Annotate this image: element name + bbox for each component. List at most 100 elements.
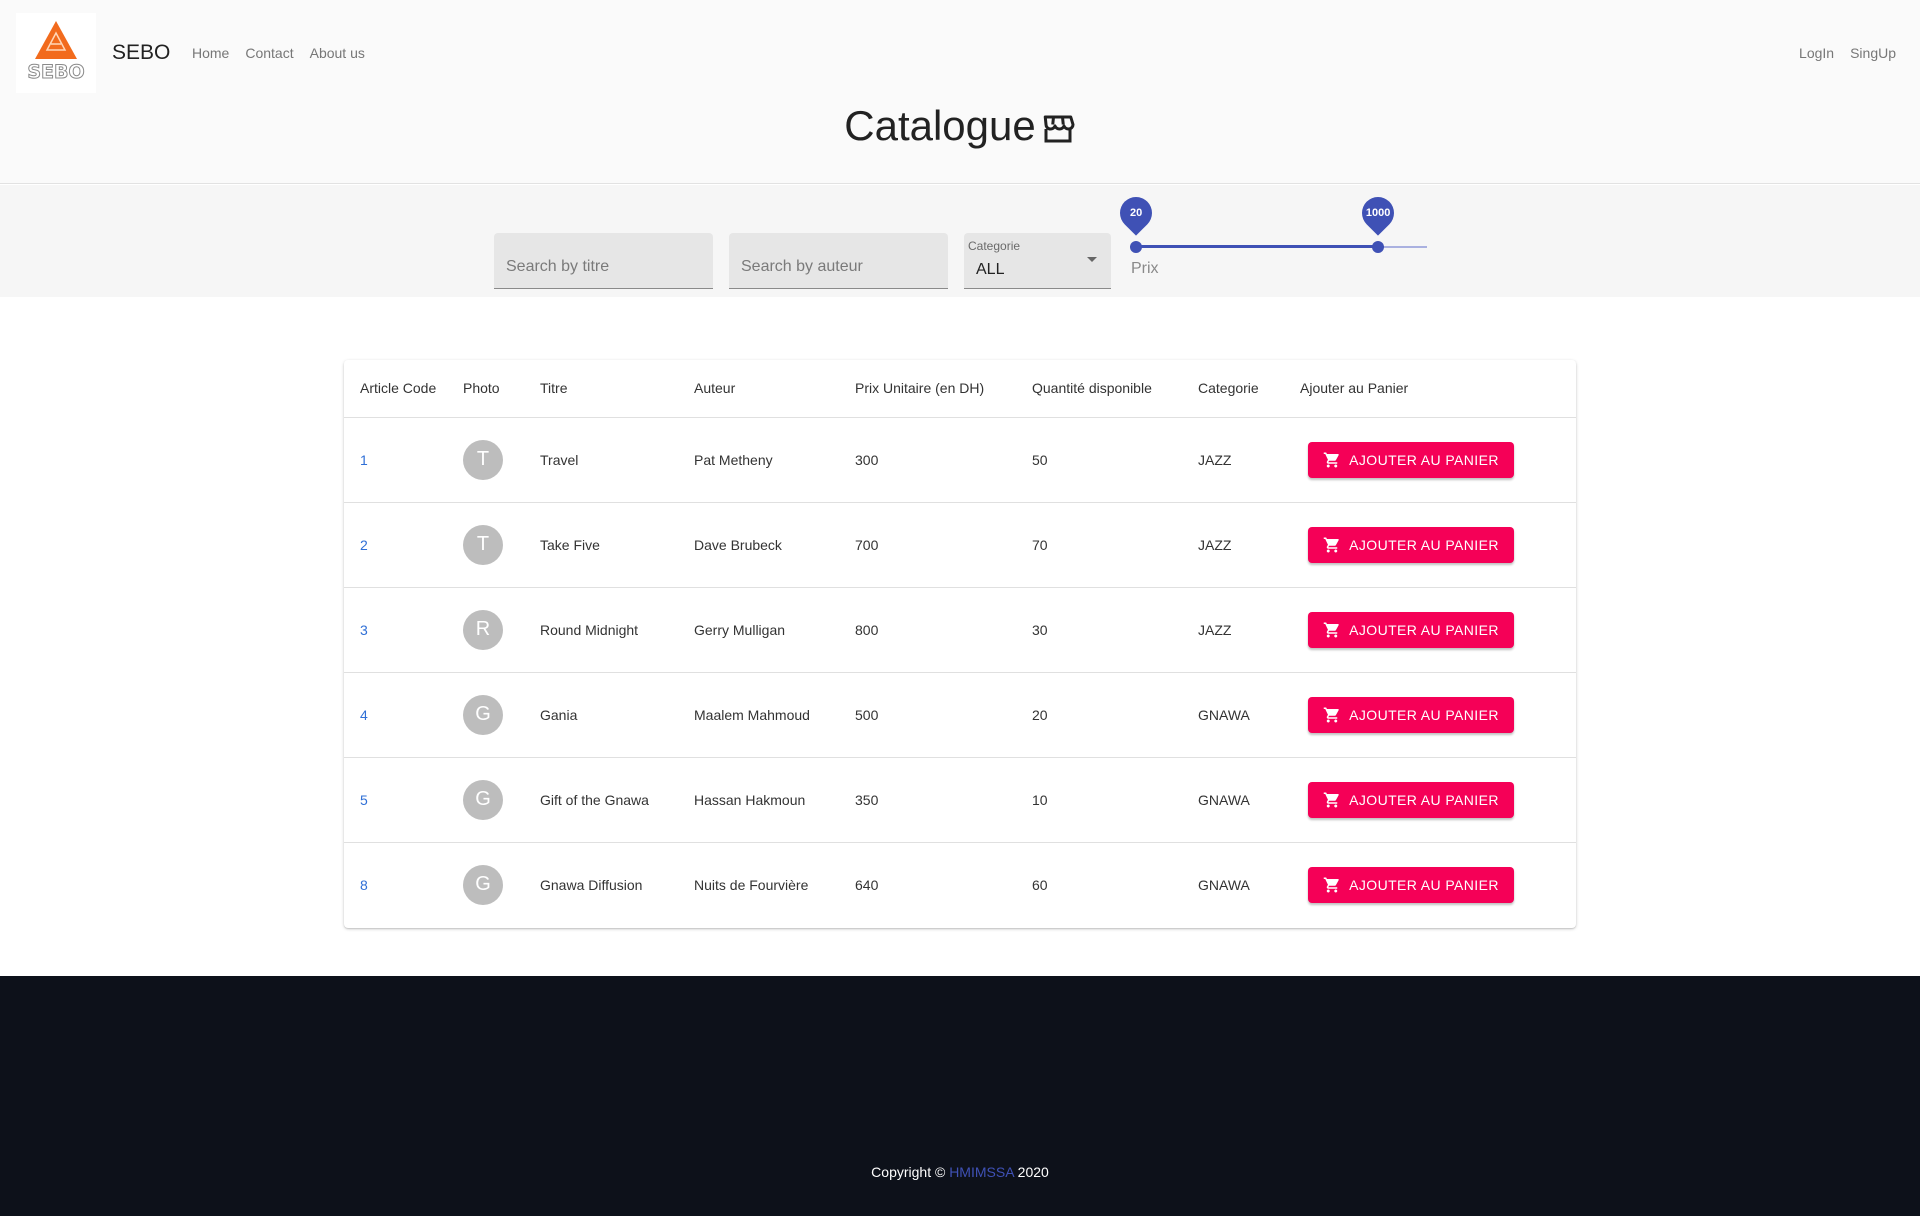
article-code-link[interactable]: 3 bbox=[360, 622, 368, 638]
add-to-cart-button[interactable]: AJOUTER AU PANIER bbox=[1308, 611, 1514, 648]
page-title: Catalogue bbox=[844, 102, 1036, 149]
add-to-cart-label: AJOUTER AU PANIER bbox=[1349, 876, 1499, 893]
price-range-slider[interactable]: 20 1000 Prix bbox=[1113, 185, 1427, 297]
col-quantite: Quantité disponible bbox=[1032, 360, 1198, 418]
table-header-row: Article Code Photo Titre Auteur Prix Uni… bbox=[344, 360, 1576, 418]
search-auteur-field[interactable] bbox=[729, 233, 948, 289]
cell-categorie: GNAWA bbox=[1198, 876, 1250, 893]
cell-categorie: JAZZ bbox=[1198, 417, 1300, 503]
add-to-cart-button[interactable]: AJOUTER AU PANIER bbox=[1308, 526, 1514, 563]
col-ajouter: Ajouter au Panier bbox=[1300, 360, 1576, 418]
slider-max-thumb[interactable] bbox=[1371, 241, 1384, 253]
add-to-cart-label: AJOUTER AU PANIER bbox=[1349, 706, 1499, 723]
cell-quantite: 70 bbox=[1032, 502, 1198, 588]
article-code-link[interactable]: 1 bbox=[360, 452, 368, 468]
category-select-value: ALL bbox=[976, 261, 1005, 278]
add-to-cart-button[interactable]: AJOUTER AU PANIER bbox=[1308, 441, 1514, 478]
search-auteur-input[interactable] bbox=[729, 233, 948, 288]
slider-min-thumb[interactable] bbox=[1129, 241, 1142, 253]
copyright-text: Copyright © HMIMSSA 2020 bbox=[871, 1164, 1049, 1180]
cell-quantite: 50 bbox=[1032, 417, 1198, 503]
cell-titre: Gania bbox=[540, 672, 694, 758]
table-row: 1 T Travel Pat Metheny 300 50 JAZZ AJOUTER AU P… bbox=[344, 417, 1576, 503]
article-code-link[interactable]: 8 bbox=[360, 877, 368, 893]
table-row: 3 R Round Midnight Gerry Mulligan 800 30 JAZZ A… bbox=[344, 587, 1576, 673]
cell-auteur: Maalem Mahmoud bbox=[694, 672, 855, 758]
category-select[interactable]: Categorie ALL bbox=[964, 233, 1111, 289]
cart-icon bbox=[1323, 707, 1339, 722]
cell-categorie: GNAWA bbox=[1198, 672, 1300, 758]
nav-about-us[interactable]: About us bbox=[310, 45, 365, 61]
store-icon bbox=[1043, 115, 1075, 143]
cell-auteur: Dave Brubeck bbox=[694, 502, 855, 588]
cart-icon bbox=[1323, 877, 1339, 893]
app-header: SEBO SEBO Home Contact About us LogIn Si… bbox=[0, 0, 1920, 184]
author-link[interactable]: HMIMSSA bbox=[949, 1164, 1014, 1180]
add-to-cart-button[interactable]: AJOUTER AU PANIER bbox=[1308, 866, 1514, 903]
signup-link[interactable]: SingUp bbox=[1850, 45, 1896, 61]
nav-contact[interactable]: Contact bbox=[245, 45, 293, 61]
col-photo: Photo bbox=[463, 360, 540, 418]
cart-icon bbox=[1323, 792, 1339, 807]
slider-max-value-label: 1000 bbox=[1355, 190, 1401, 236]
col-article-code: Article Code bbox=[344, 360, 463, 418]
article-code-link[interactable]: 5 bbox=[360, 792, 368, 808]
avatar: G bbox=[463, 864, 503, 905]
table-row: 8 G Gnawa Diffusion Nuits de Fourvière 640 60… bbox=[344, 842, 1576, 927]
add-to-cart-button[interactable]: AJOUTER AU PANIER bbox=[1308, 781, 1514, 818]
add-to-cart-label: AJOUTER AU PANIER bbox=[1349, 451, 1499, 468]
cell-categorie: GNAWA bbox=[1198, 757, 1300, 843]
avatar: G bbox=[463, 694, 503, 735]
article-code-link[interactable]: 2 bbox=[360, 537, 368, 553]
avatar: G bbox=[463, 779, 503, 820]
app-footer: Copyright © HMIMSSA 2020 bbox=[0, 976, 1920, 1216]
add-to-cart-button[interactable]: AJOUTER AU PANIER bbox=[1308, 696, 1514, 733]
cell-titre: Take Five bbox=[540, 502, 694, 588]
cell-quantite: 30 bbox=[1032, 587, 1198, 673]
table-row: 4 G Gania Maalem Mahmoud 500 20 GNAWA AJOUTER A… bbox=[344, 672, 1576, 758]
cell-prix: 350 bbox=[855, 757, 1032, 843]
dropdown-arrow-icon bbox=[1087, 257, 1097, 262]
cart-icon bbox=[1323, 622, 1339, 637]
avatar: R bbox=[463, 609, 503, 650]
auth-nav: LogIn SingUp bbox=[1799, 45, 1896, 61]
search-titre-field[interactable] bbox=[494, 233, 713, 289]
add-to-cart-label: AJOUTER AU PANIER bbox=[1349, 621, 1499, 638]
add-to-cart-label: AJOUTER AU PANIER bbox=[1349, 536, 1499, 553]
slider-min-value-label: 20 bbox=[1113, 190, 1159, 236]
col-auteur: Auteur bbox=[694, 360, 855, 418]
cell-prix: 640 bbox=[855, 876, 879, 893]
cart-icon bbox=[1323, 452, 1339, 467]
search-titre-input[interactable] bbox=[494, 233, 713, 288]
main-nav: Home Contact About us bbox=[192, 45, 365, 61]
logo-triangle-icon bbox=[35, 21, 77, 59]
cell-prix: 500 bbox=[855, 672, 1032, 758]
cell-titre: Travel bbox=[540, 417, 694, 503]
avatar: T bbox=[463, 439, 503, 480]
logo[interactable]: SEBO bbox=[16, 13, 96, 93]
catalogue-table: Article Code Photo Titre Auteur Prix Uni… bbox=[344, 360, 1576, 927]
table-row: 5 G Gift of the Gnawa Hassan Hakmoun 350 10 GN… bbox=[344, 757, 1576, 843]
nav-home[interactable]: Home bbox=[192, 45, 229, 61]
cell-auteur: Gerry Mulligan bbox=[694, 587, 855, 673]
slider-track bbox=[1135, 245, 1378, 248]
cell-categorie: JAZZ bbox=[1198, 587, 1300, 673]
cart-icon bbox=[1323, 537, 1339, 552]
cell-auteur: Nuits de Fourvière bbox=[694, 876, 809, 893]
cell-quantite: 20 bbox=[1032, 672, 1198, 758]
col-categorie: Categorie bbox=[1198, 360, 1300, 418]
cell-titre: Gnawa Diffusion bbox=[540, 876, 643, 893]
cell-auteur: Pat Metheny bbox=[694, 417, 855, 503]
article-code-link[interactable]: 4 bbox=[360, 707, 368, 723]
cell-prix: 300 bbox=[855, 417, 1032, 503]
cell-prix: 700 bbox=[855, 502, 1032, 588]
cell-auteur: Hassan Hakmoun bbox=[694, 757, 855, 843]
cell-quantite: 60 bbox=[1032, 876, 1048, 893]
login-link[interactable]: LogIn bbox=[1799, 45, 1834, 61]
catalogue-table-card: Article Code Photo Titre Auteur Prix Uni… bbox=[344, 360, 1576, 928]
cell-categorie: JAZZ bbox=[1198, 502, 1300, 588]
add-to-cart-label: AJOUTER AU PANIER bbox=[1349, 791, 1499, 808]
logo-text: SEBO bbox=[27, 61, 85, 84]
cell-quantite: 10 bbox=[1032, 757, 1198, 843]
brand-name[interactable]: SEBO bbox=[112, 41, 170, 65]
